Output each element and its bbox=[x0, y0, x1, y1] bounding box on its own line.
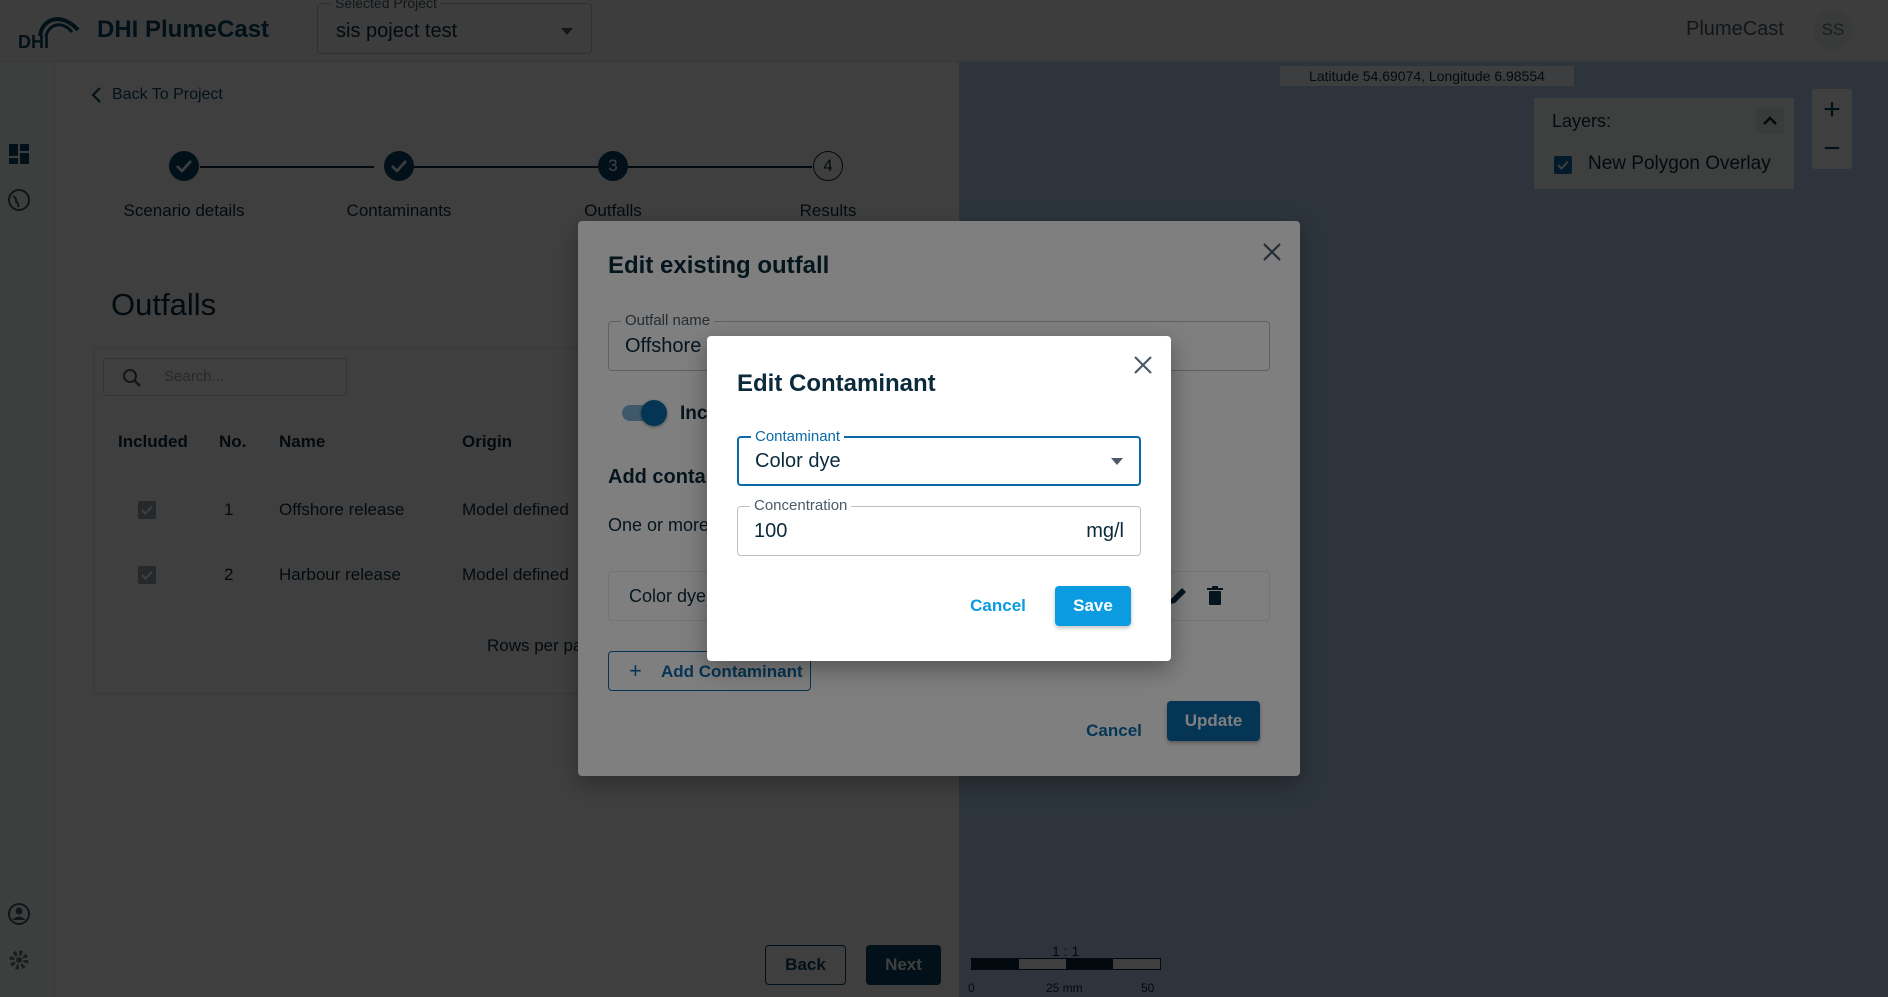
concentration-unit: mg/l bbox=[1086, 520, 1124, 542]
contaminant-select-value: Color dye bbox=[755, 450, 841, 472]
concentration-label: Concentration bbox=[750, 498, 852, 514]
contaminant-select-label: Contaminant bbox=[751, 429, 845, 445]
cancel-button[interactable]: Cancel bbox=[965, 586, 1031, 626]
concentration-field[interactable]: Concentration 100 mg/l bbox=[737, 498, 1141, 556]
concentration-value: 100 bbox=[754, 520, 788, 542]
dialog-title: Edit Contaminant bbox=[737, 370, 936, 397]
edit-contaminant-dialog: Edit Contaminant Contaminant Color dye C… bbox=[707, 336, 1171, 661]
save-button[interactable]: Save bbox=[1055, 586, 1131, 626]
caret-down-icon bbox=[1111, 458, 1123, 465]
close-icon[interactable] bbox=[1129, 351, 1157, 379]
contaminant-select[interactable]: Contaminant Color dye bbox=[737, 429, 1141, 486]
